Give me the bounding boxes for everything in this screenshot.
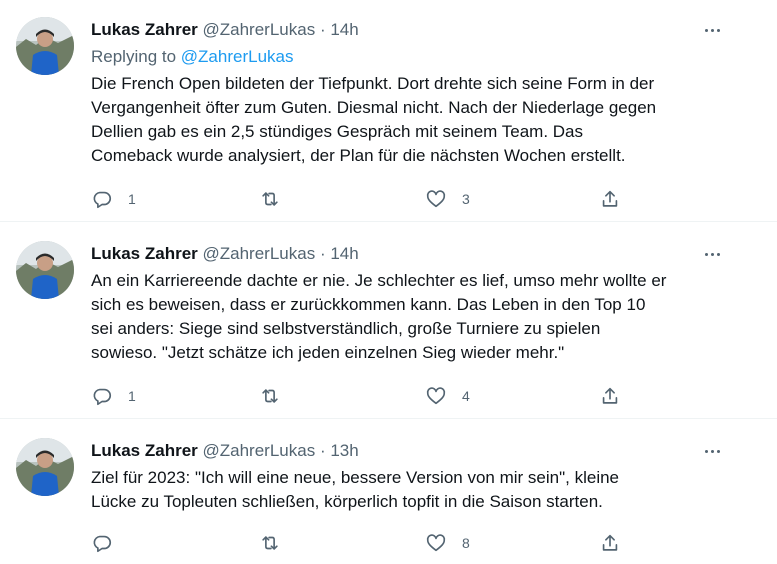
heart-icon [426, 190, 446, 208]
avatar[interactable] [16, 241, 74, 299]
more-icon[interactable] [701, 243, 723, 265]
heart-icon [426, 387, 446, 405]
reply-button[interactable]: 1 [91, 385, 136, 407]
share-icon [602, 387, 618, 404]
author-handle[interactable]: @ZahrerLukas [203, 244, 316, 263]
more-icon[interactable] [701, 440, 723, 462]
reply-icon [93, 191, 112, 209]
more-icon[interactable] [701, 19, 723, 41]
separator: · [319, 244, 326, 263]
share-icon [602, 190, 618, 207]
tweet-2[interactable]: Lukas Zahrer @ZahrerLukas · 14h An ein K… [0, 222, 777, 419]
like-count: 8 [462, 535, 470, 551]
share-icon [602, 534, 618, 551]
share-button[interactable] [599, 385, 621, 407]
timestamp[interactable]: 14h [330, 20, 358, 39]
retweet-button[interactable] [259, 532, 296, 554]
author-handle[interactable]: @ZahrerLukas [203, 441, 316, 460]
author-name[interactable]: Lukas Zahrer [91, 244, 198, 263]
like-button[interactable]: 4 [425, 385, 470, 407]
tweet-3[interactable]: Lukas Zahrer @ZahrerLukas · 13h Ziel für… [0, 419, 777, 564]
retweet-button[interactable] [259, 385, 296, 407]
tweet-text: An ein Karriereende dachte er nie. Je sc… [91, 271, 667, 362]
avatar[interactable] [16, 438, 74, 496]
tweet-actions: 1 4 [91, 385, 621, 409]
replying-to-handle[interactable]: @ZahrerLukas [181, 47, 294, 66]
retweet-icon [262, 536, 278, 550]
tweet-actions: 8 [91, 532, 621, 556]
share-button[interactable] [599, 188, 621, 210]
like-count: 4 [462, 388, 470, 404]
like-button[interactable]: 8 [425, 532, 470, 554]
tweet-header: Lukas Zahrer @ZahrerLukas · 14h [91, 19, 359, 41]
avatar-photo [16, 241, 74, 299]
reply-button[interactable] [91, 532, 128, 554]
replying-to: Replying to @ZahrerLukas [91, 46, 293, 68]
author-name[interactable]: Lukas Zahrer [91, 441, 198, 460]
like-button[interactable]: 3 [425, 188, 470, 210]
tweet-actions: 1 3 [91, 188, 621, 212]
heart-icon [426, 534, 446, 552]
reply-icon [93, 388, 112, 406]
tweet-1[interactable]: Lukas Zahrer @ZahrerLukas · 14h Replying… [0, 0, 777, 222]
replying-to-label: Replying to [91, 47, 181, 66]
separator: · [319, 20, 326, 39]
retweet-button[interactable] [259, 188, 296, 210]
tweet-text: Die French Open bildeten der Tiefpunkt. … [91, 74, 657, 165]
share-button[interactable] [599, 532, 621, 554]
reply-icon [93, 535, 112, 553]
tweet-text: Ziel für 2023: "Ich will eine neue, bess… [91, 468, 620, 511]
author-name[interactable]: Lukas Zahrer [91, 20, 198, 39]
timestamp[interactable]: 14h [330, 244, 358, 263]
like-count: 3 [462, 191, 470, 207]
tweet-header: Lukas Zahrer @ZahrerLukas · 13h [91, 440, 359, 462]
separator: · [319, 441, 326, 460]
author-handle[interactable]: @ZahrerLukas [203, 20, 316, 39]
reply-count: 1 [128, 191, 136, 207]
avatar-photo [16, 438, 74, 496]
avatar-photo [16, 17, 74, 75]
avatar[interactable] [16, 17, 74, 75]
tweet-header: Lukas Zahrer @ZahrerLukas · 14h [91, 243, 359, 265]
reply-count: 1 [128, 388, 136, 404]
timestamp[interactable]: 13h [330, 441, 358, 460]
retweet-icon [262, 192, 278, 206]
retweet-icon [262, 389, 278, 403]
reply-button[interactable]: 1 [91, 188, 136, 210]
